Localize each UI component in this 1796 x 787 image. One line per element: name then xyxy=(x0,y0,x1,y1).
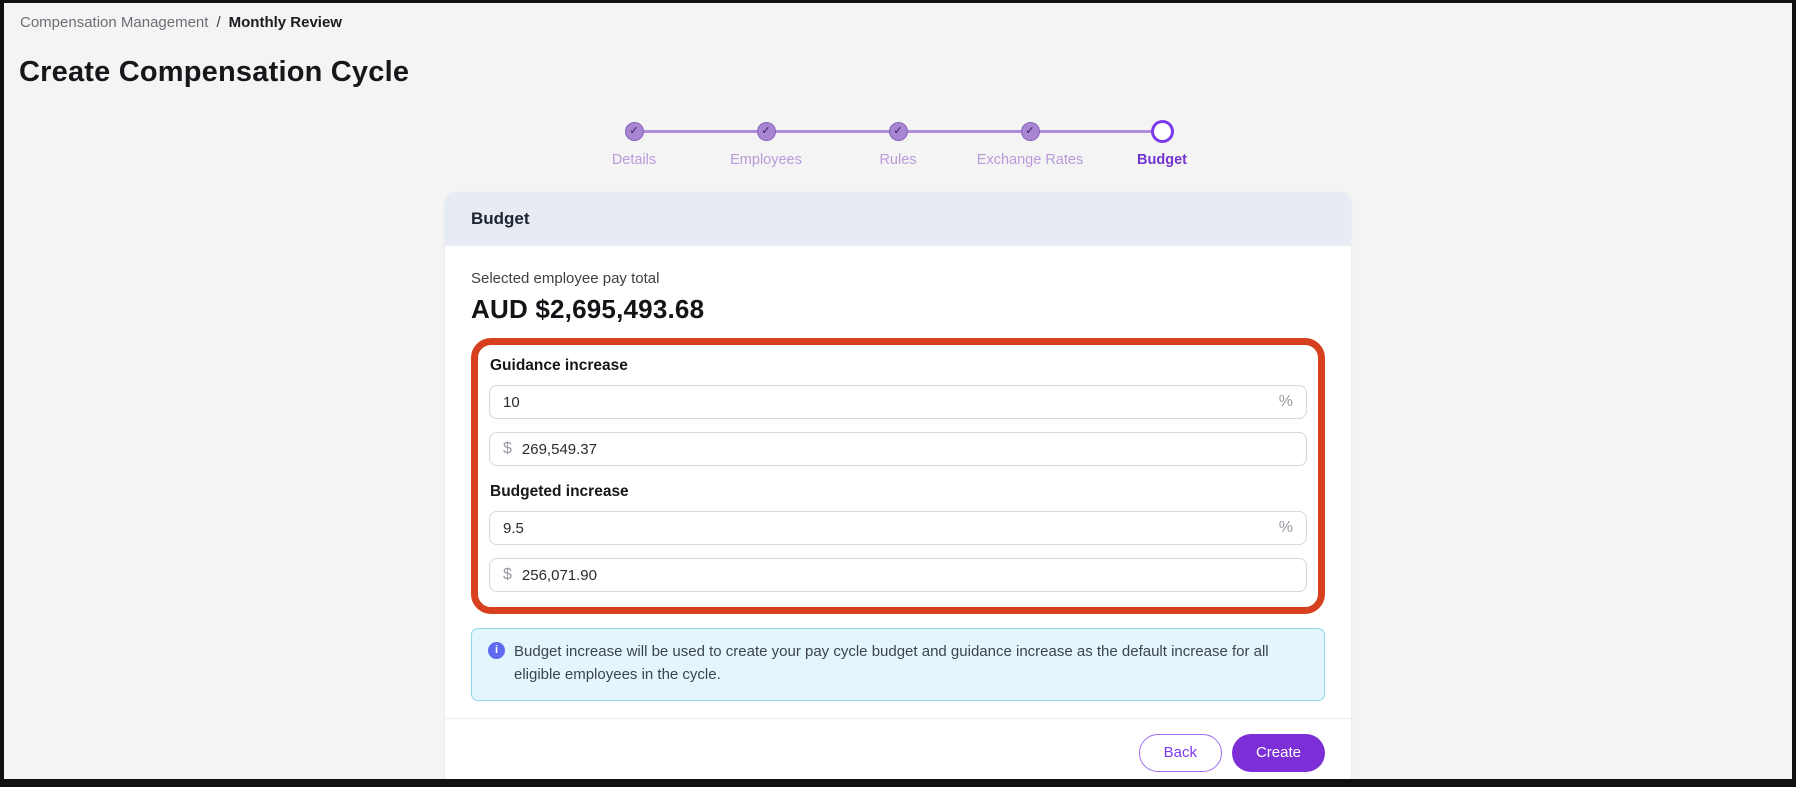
budgeted-percent-field: % xyxy=(489,511,1307,545)
check-icon: ✓ xyxy=(1025,126,1034,137)
guidance-amount-input[interactable] xyxy=(522,441,1293,458)
annotation-highlight-rectangle: Guidance increase % $ Budgeted increase … xyxy=(471,338,1325,614)
budget-card-header: Budget xyxy=(445,192,1351,246)
dollar-prefix-icon: $ xyxy=(503,440,512,458)
page-title: Create Compensation Cycle xyxy=(19,56,1792,89)
budget-card: Budget Selected employee pay total AUD $… xyxy=(445,192,1351,779)
info-icon: i xyxy=(488,642,505,659)
stepper-step-rules[interactable]: ✓ Rules xyxy=(832,119,964,168)
breadcrumb-compensation-management[interactable]: Compensation Management xyxy=(20,14,208,31)
percent-suffix-icon: % xyxy=(1279,393,1293,411)
step-circle-wrap: ✓ xyxy=(889,119,908,143)
guidance-amount-field: $ xyxy=(489,432,1307,466)
pay-total-value: AUD $2,695,493.68 xyxy=(471,294,1325,325)
app-viewport: Compensation Management / Monthly Review… xyxy=(4,3,1792,779)
breadcrumb-monthly-review: Monthly Review xyxy=(229,14,342,31)
info-note-text: Budget increase will be used to create y… xyxy=(514,640,1308,687)
step-label-details: Details xyxy=(612,152,656,168)
step-circle-wrap xyxy=(1151,119,1174,143)
stepper-step-exchange-rates[interactable]: ✓ Exchange Rates xyxy=(964,119,1096,168)
check-icon: ✓ xyxy=(761,126,770,137)
step-circle-wrap: ✓ xyxy=(625,119,644,143)
dollar-prefix-icon: $ xyxy=(503,566,512,584)
budget-card-body: Selected employee pay total AUD $2,695,4… xyxy=(445,246,1351,701)
pay-total-label: Selected employee pay total xyxy=(471,270,1325,287)
budgeted-amount-input[interactable] xyxy=(522,567,1293,584)
step-label-employees: Employees xyxy=(730,152,802,168)
guidance-percent-input[interactable] xyxy=(503,394,1269,411)
back-button[interactable]: Back xyxy=(1139,734,1222,772)
check-icon: ✓ xyxy=(893,126,902,137)
step-label-exchange-rates: Exchange Rates xyxy=(977,152,1083,168)
stepper-step-employees[interactable]: ✓ Employees xyxy=(700,119,832,168)
budgeted-increase-label: Budgeted increase xyxy=(490,483,1307,501)
check-icon: ✓ xyxy=(629,126,638,137)
step-circle-wrap: ✓ xyxy=(757,119,776,143)
stepper: ✓ Details ✓ Employees ✓ Rules xyxy=(568,119,1228,168)
guidance-percent-field: % xyxy=(489,385,1307,419)
step-completed-circle: ✓ xyxy=(757,122,776,141)
info-note: i Budget increase will be used to create… xyxy=(471,628,1325,701)
step-label-budget: Budget xyxy=(1137,152,1187,168)
card-footer: Back Create xyxy=(445,718,1351,780)
guidance-increase-label: Guidance increase xyxy=(490,357,1307,375)
breadcrumb-separator: / xyxy=(216,14,220,31)
step-circle-wrap: ✓ xyxy=(1021,119,1040,143)
step-label-rules: Rules xyxy=(879,152,916,168)
percent-suffix-icon: % xyxy=(1279,519,1293,537)
step-current-circle xyxy=(1151,120,1174,143)
stepper-step-details[interactable]: ✓ Details xyxy=(568,119,700,168)
step-completed-circle: ✓ xyxy=(889,122,908,141)
step-completed-circle: ✓ xyxy=(1021,122,1040,141)
create-button[interactable]: Create xyxy=(1232,734,1325,772)
budgeted-amount-field: $ xyxy=(489,558,1307,592)
breadcrumb: Compensation Management / Monthly Review xyxy=(4,3,1792,31)
step-completed-circle: ✓ xyxy=(625,122,644,141)
stepper-step-budget[interactable]: Budget xyxy=(1096,119,1228,168)
budgeted-percent-input[interactable] xyxy=(503,520,1269,537)
